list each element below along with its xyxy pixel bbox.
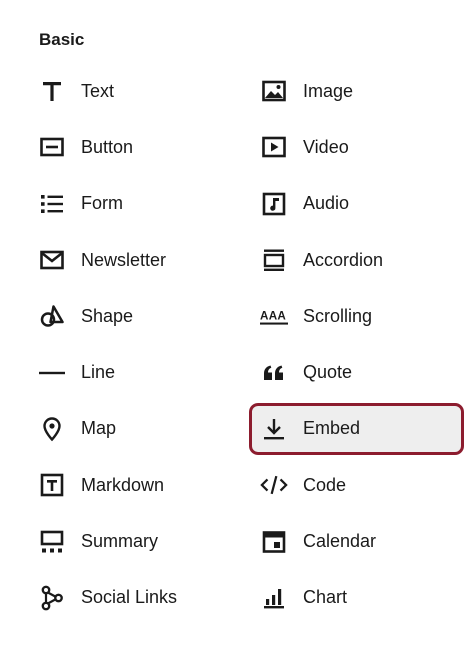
block-item-label: Chart	[303, 587, 348, 608]
block-item-label: Accordion	[303, 249, 384, 270]
block-item-label: Line	[81, 362, 116, 383]
section-title: Basic	[39, 30, 85, 49]
block-item-label: Audio	[303, 193, 350, 214]
block-item-label: Markdown	[81, 474, 165, 495]
block-grid: Text Image Button Video Form Audio Newsl…	[0, 63, 474, 626]
block-item-label: Summary	[81, 531, 159, 552]
block-item-markdown[interactable]: Markdown	[30, 457, 252, 513]
map-pin-icon	[38, 415, 66, 443]
block-item-calendar[interactable]: Calendar	[252, 513, 474, 569]
accordion-icon	[260, 246, 288, 274]
block-item-label: Calendar	[303, 531, 377, 552]
block-item-label: Quote	[303, 362, 353, 383]
block-item-chart[interactable]: Chart	[252, 570, 474, 626]
video-icon	[260, 133, 288, 161]
scrolling-icon: AAA	[260, 302, 288, 330]
scrolling-icon-text: AAA	[260, 310, 286, 323]
block-item-label: Social Links	[81, 587, 178, 608]
block-item-summary[interactable]: Summary	[30, 513, 252, 569]
block-item-label: Video	[303, 136, 349, 157]
quote-icon	[260, 359, 288, 387]
block-item-label: Image	[303, 80, 354, 101]
code-icon	[260, 471, 288, 499]
image-icon	[260, 77, 288, 105]
block-item-label: Newsletter	[81, 249, 167, 270]
block-item-label: Form	[81, 193, 123, 214]
line-icon	[38, 359, 66, 387]
block-item-map[interactable]: Map	[30, 401, 252, 457]
block-item-label: Embed	[303, 418, 361, 439]
shape-icon	[38, 302, 66, 330]
block-item-label: Map	[81, 418, 117, 439]
block-item-accordion[interactable]: Accordion	[252, 232, 474, 288]
block-item-label: Code	[303, 474, 347, 495]
markdown-icon	[38, 471, 66, 499]
block-item-code[interactable]: Code	[252, 457, 474, 513]
block-item-line[interactable]: Line	[30, 344, 252, 400]
block-item-newsletter[interactable]: Newsletter	[30, 232, 252, 288]
form-icon	[38, 190, 66, 218]
block-item-label: Button	[81, 136, 134, 157]
block-item-quote[interactable]: Quote	[252, 344, 474, 400]
block-item-button[interactable]: Button	[30, 119, 252, 175]
chart-icon	[260, 584, 288, 612]
newsletter-icon	[38, 246, 66, 274]
block-item-label: Shape	[81, 305, 134, 326]
embed-download-icon	[260, 415, 288, 443]
block-item-social-links[interactable]: Social Links	[30, 570, 252, 626]
calendar-icon	[260, 528, 288, 556]
block-item-shape[interactable]: Shape	[30, 288, 252, 344]
block-picker-panel: Basic Text Image Button Video Form Audio…	[0, 0, 474, 646]
block-item-text[interactable]: Text	[30, 63, 252, 119]
block-item-embed[interactable]: Embed	[249, 401, 474, 457]
audio-icon	[260, 190, 288, 218]
block-item-scrolling[interactable]: AAA Scrolling	[252, 288, 474, 344]
block-item-audio[interactable]: Audio	[252, 176, 474, 232]
text-icon	[38, 77, 66, 105]
block-item-video[interactable]: Video	[252, 119, 474, 175]
block-item-form[interactable]: Form	[30, 176, 252, 232]
block-item-image[interactable]: Image	[252, 63, 474, 119]
summary-icon	[38, 528, 66, 556]
block-item-label: Text	[81, 80, 115, 101]
button-icon	[38, 133, 66, 161]
block-item-label: Scrolling	[303, 305, 373, 326]
social-links-icon	[38, 584, 66, 612]
